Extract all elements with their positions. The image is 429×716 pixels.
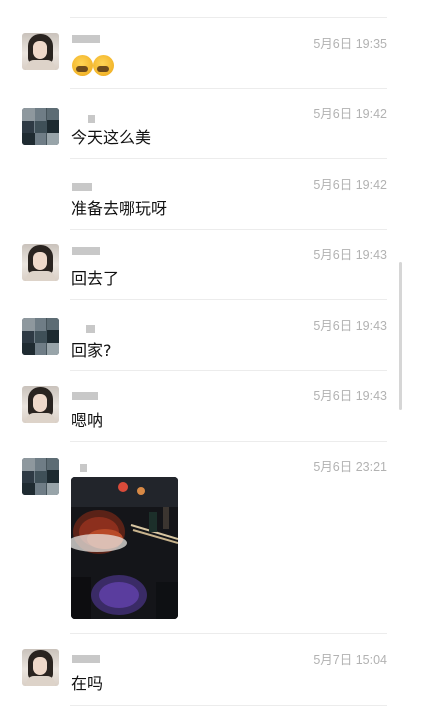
avatar[interactable]	[22, 386, 59, 423]
divider	[70, 441, 387, 442]
divider	[70, 229, 387, 230]
message-time: 5月6日 19:43	[313, 319, 387, 333]
sender-name-redacted	[72, 247, 100, 255]
sender-name-redacted	[80, 464, 87, 472]
facepalm-emoji-icon	[93, 55, 114, 76]
divider	[70, 17, 387, 18]
facepalm-emoji-icon	[72, 55, 93, 76]
sender-name-redacted	[88, 115, 95, 123]
sender-name-redacted	[86, 325, 95, 333]
avatar[interactable]	[22, 108, 59, 145]
message-text: 嗯呐	[71, 411, 104, 430]
avatar[interactable]	[22, 33, 59, 70]
divider	[70, 88, 387, 89]
message-text: 准备去哪玩呀	[71, 199, 168, 218]
avatar[interactable]	[22, 458, 59, 495]
message-text: 今天这么美	[71, 128, 152, 147]
divider	[70, 633, 387, 634]
message-time: 5月6日 19:43	[313, 389, 387, 403]
avatar[interactable]	[22, 244, 59, 281]
scrollbar-thumb[interactable]	[399, 262, 402, 410]
message-time: 5月6日 19:43	[313, 248, 387, 262]
avatar[interactable]	[22, 318, 59, 355]
message-time: 5月6日 19:35	[313, 37, 387, 51]
divider	[70, 705, 387, 706]
divider	[70, 370, 387, 371]
message-text: 在吗	[71, 674, 104, 693]
sender-name-redacted	[72, 655, 100, 663]
message-text: 回去了	[71, 269, 120, 288]
sender-name-redacted	[72, 183, 92, 191]
divider	[70, 299, 387, 300]
sender-name-redacted	[72, 392, 98, 400]
photo-message-thumbnail[interactable]	[71, 477, 178, 619]
message-time: 5月6日 19:42	[313, 178, 387, 192]
avatar[interactable]	[22, 649, 59, 686]
chat-history-list: 5月6日 19:35 5月6日 19:42 今天这么美 5月6日 19:42 准…	[0, 0, 429, 716]
divider	[70, 158, 387, 159]
message-time: 5月6日 23:21	[313, 460, 387, 474]
message-time: 5月7日 15:04	[313, 653, 387, 667]
message-text: 回家?	[71, 341, 112, 360]
dinner-photo	[71, 477, 178, 619]
message-time: 5月6日 19:42	[313, 107, 387, 121]
sender-name-redacted	[72, 35, 100, 43]
